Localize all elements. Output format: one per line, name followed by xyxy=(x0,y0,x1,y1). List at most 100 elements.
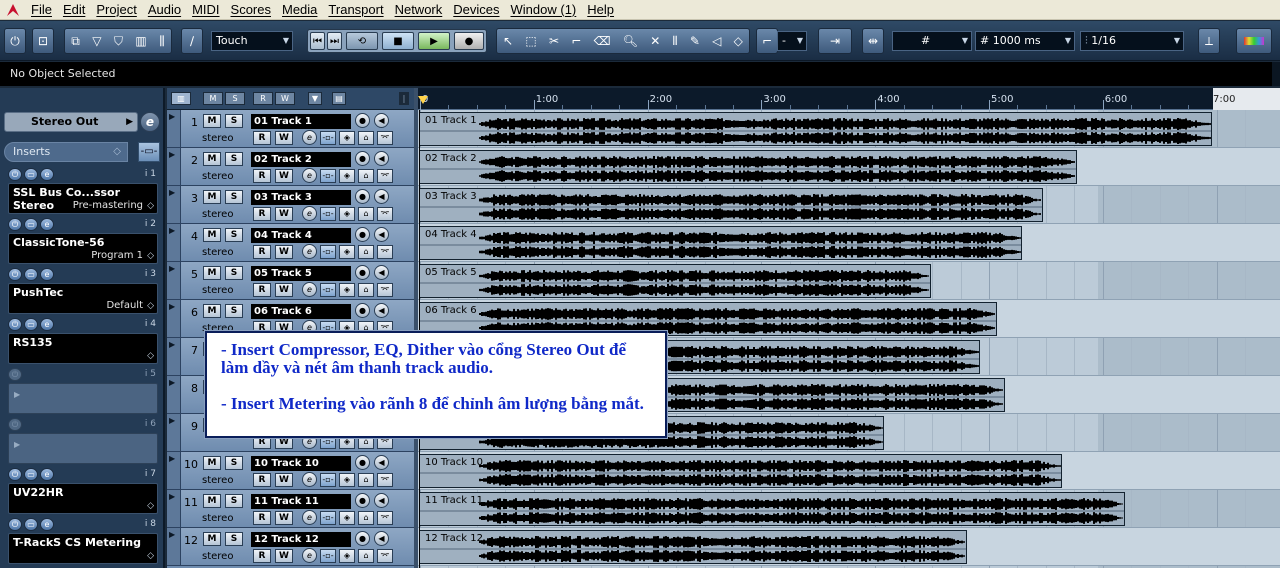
mute-button[interactable]: M xyxy=(203,494,221,508)
read-automation-button[interactable]: R xyxy=(253,473,271,487)
preset-selector-icon[interactable]: ◇ xyxy=(147,501,154,511)
lock-track-icon[interactable]: ⌂ xyxy=(358,549,374,563)
lanes-toggle-icon[interactable]: -▫- xyxy=(320,283,336,297)
preset-selector-icon[interactable]: ◇ xyxy=(147,301,154,311)
edit-track-button[interactable]: e xyxy=(302,244,317,259)
lock-track-icon[interactable]: ⌂ xyxy=(358,131,374,145)
insert-power-icon[interactable]: ⏻ xyxy=(8,168,22,181)
lanes-toggle-icon[interactable]: -▫- xyxy=(320,511,336,525)
draw-icon[interactable]: ✎ xyxy=(690,34,700,48)
snap-type-select[interactable]: - ▼ xyxy=(777,31,807,51)
glue-icon[interactable]: ⌐ xyxy=(571,34,581,48)
monitor-icon[interactable]: ◀ xyxy=(374,113,389,128)
edit-track-button[interactable]: e xyxy=(302,510,317,525)
insert-edit-icon[interactable]: e xyxy=(40,218,54,231)
track-name-field[interactable]: 02 Track 2 xyxy=(251,152,351,167)
record-enable-icon[interactable]: ● xyxy=(355,303,370,318)
read-automation-button[interactable]: R xyxy=(253,207,271,221)
snap-button[interactable]: ⇥ xyxy=(818,28,852,54)
record-enable-icon[interactable]: ● xyxy=(355,113,370,128)
track-name-field[interactable]: 03 Track 3 xyxy=(251,190,351,205)
audio-event[interactable]: 02 Track 2 xyxy=(419,150,1077,184)
insert-edit-icon[interactable]: e xyxy=(40,518,54,531)
monitor-icon[interactable]: ◀ xyxy=(374,303,389,318)
quantize-select[interactable]: ⫶ 1/16 ▼ xyxy=(1080,31,1184,51)
lock-track-icon[interactable]: ⌂ xyxy=(358,283,374,297)
mute-icon[interactable]: ✕ xyxy=(650,34,660,48)
menu-help[interactable]: Help xyxy=(584,0,622,20)
menu-midi[interactable]: MIDI xyxy=(189,0,227,20)
track-name-field[interactable]: 01 Track 1 xyxy=(251,114,351,129)
track-row[interactable]: ▶ 4 M S 04 Track 4 ● ◀ stereo R W e -▫- … xyxy=(167,224,414,262)
insert-state-icon[interactable]: ⌤ xyxy=(377,245,393,259)
read-automation-button[interactable]: R xyxy=(253,131,271,145)
insert-edit-icon[interactable]: e xyxy=(40,318,54,331)
lanes-toggle-icon[interactable]: -▫- xyxy=(320,549,336,563)
record-enable-icon[interactable]: ● xyxy=(355,227,370,242)
color-menu-button[interactable] xyxy=(1236,28,1272,54)
expand-track-icon[interactable]: ▶ xyxy=(169,530,175,539)
mute-button[interactable]: M xyxy=(203,190,221,204)
expand-track-icon[interactable]: ▶ xyxy=(169,112,175,121)
preset-selector-icon[interactable]: ◇ xyxy=(147,351,154,361)
record-enable-icon[interactable]: ● xyxy=(355,493,370,508)
timebase-icon[interactable]: ◈ xyxy=(339,131,355,145)
timebase-icon[interactable]: ◈ xyxy=(339,283,355,297)
expand-track-icon[interactable]: ▶ xyxy=(169,264,175,273)
insert-state-icon[interactable]: ⌤ xyxy=(377,511,393,525)
mute-button[interactable]: M xyxy=(203,304,221,318)
expand-track-icon[interactable]: ▶ xyxy=(169,378,175,387)
expand-track-icon[interactable]: ▶ xyxy=(169,416,175,425)
audio-event[interactable]: 04 Track 4 xyxy=(419,226,1022,260)
lock-track-icon[interactable]: ⌂ xyxy=(358,511,374,525)
menu-window-1[interactable]: Window (1) xyxy=(508,0,585,20)
audio-event[interactable]: 10 Track 10 xyxy=(419,454,1062,488)
mute-button[interactable]: M xyxy=(203,152,221,166)
insert-power-icon[interactable]: ⏻ xyxy=(8,318,22,331)
record-enable-icon[interactable]: ● xyxy=(355,265,370,280)
monitor-icon[interactable]: ◀ xyxy=(374,151,389,166)
insert-power-icon[interactable]: ⏻ xyxy=(8,218,22,231)
solo-button[interactable]: S xyxy=(225,304,243,318)
lock-track-icon[interactable]: ⌂ xyxy=(358,169,374,183)
cycle-button[interactable]: ⟲ xyxy=(346,32,378,50)
read-automation-button[interactable]: R xyxy=(253,169,271,183)
solo-button[interactable]: S xyxy=(225,456,243,470)
solo-button[interactable]: S xyxy=(225,228,243,242)
track-name-field[interactable]: 05 Track 5 xyxy=(251,266,351,281)
insert-power-icon[interactable]: ⏻ xyxy=(8,468,22,481)
auto-scroll-button[interactable]: ⌐ xyxy=(756,28,778,54)
expand-track-icon[interactable]: ▶ xyxy=(169,302,175,311)
menu-edit[interactable]: Edit xyxy=(60,0,93,20)
automation-mode-select[interactable]: Touch ▼ xyxy=(211,31,293,51)
insert-plugin-select[interactable]: ▶ xyxy=(8,383,158,414)
play-button[interactable]: ▶ xyxy=(418,32,450,50)
monitor-icon[interactable]: ◀ xyxy=(374,189,389,204)
audio-event[interactable]: 11 Track 11 xyxy=(419,492,1125,526)
range-icon[interactable]: ⬚ xyxy=(525,34,536,48)
window-layout-buttons[interactable]: ⧉ ▽ ⛉ ▥ ⫼ xyxy=(64,28,172,54)
insert-edit-icon[interactable]: e xyxy=(40,168,54,181)
mute-button[interactable]: M xyxy=(203,532,221,546)
insert-state-icon[interactable]: ⌤ xyxy=(377,549,393,563)
edit-track-button[interactable]: e xyxy=(302,282,317,297)
audio-event[interactable]: 05 Track 5 xyxy=(419,264,931,298)
menu-scores[interactable]: Scores xyxy=(228,0,279,20)
timebase-icon[interactable]: ◈ xyxy=(339,511,355,525)
solo-button[interactable]: S xyxy=(225,114,243,128)
insert-power-icon[interactable]: ⏻ xyxy=(8,268,22,281)
insert-power-icon[interactable]: ⏻ xyxy=(8,518,22,531)
audio-event[interactable]: 01 Track 1 xyxy=(419,112,1212,146)
write-automation-button[interactable]: W xyxy=(275,549,293,563)
insert-bypass-icon[interactable]: ▭ xyxy=(24,318,38,331)
insert-plugin-select[interactable]: SSL Bus Co...ssor Stereo Pre-mastering ◇ xyxy=(8,183,158,214)
record-enable-icon[interactable]: ● xyxy=(355,455,370,470)
inserts-section-header[interactable]: Inserts ◇ xyxy=(4,142,128,162)
track-menu-icon[interactable]: ▼ xyxy=(308,92,322,105)
preset-selector-icon[interactable]: ◇ xyxy=(147,201,154,211)
write-automation-button[interactable]: W xyxy=(275,245,293,259)
insert-edit-icon[interactable]: e xyxy=(40,268,54,281)
apply-quantize-button[interactable]: ⟂ xyxy=(1198,28,1220,54)
play-tool-icon[interactable]: ◁ xyxy=(712,34,721,48)
insert-plugin-select[interactable]: PushTec Default ◇ xyxy=(8,283,158,314)
